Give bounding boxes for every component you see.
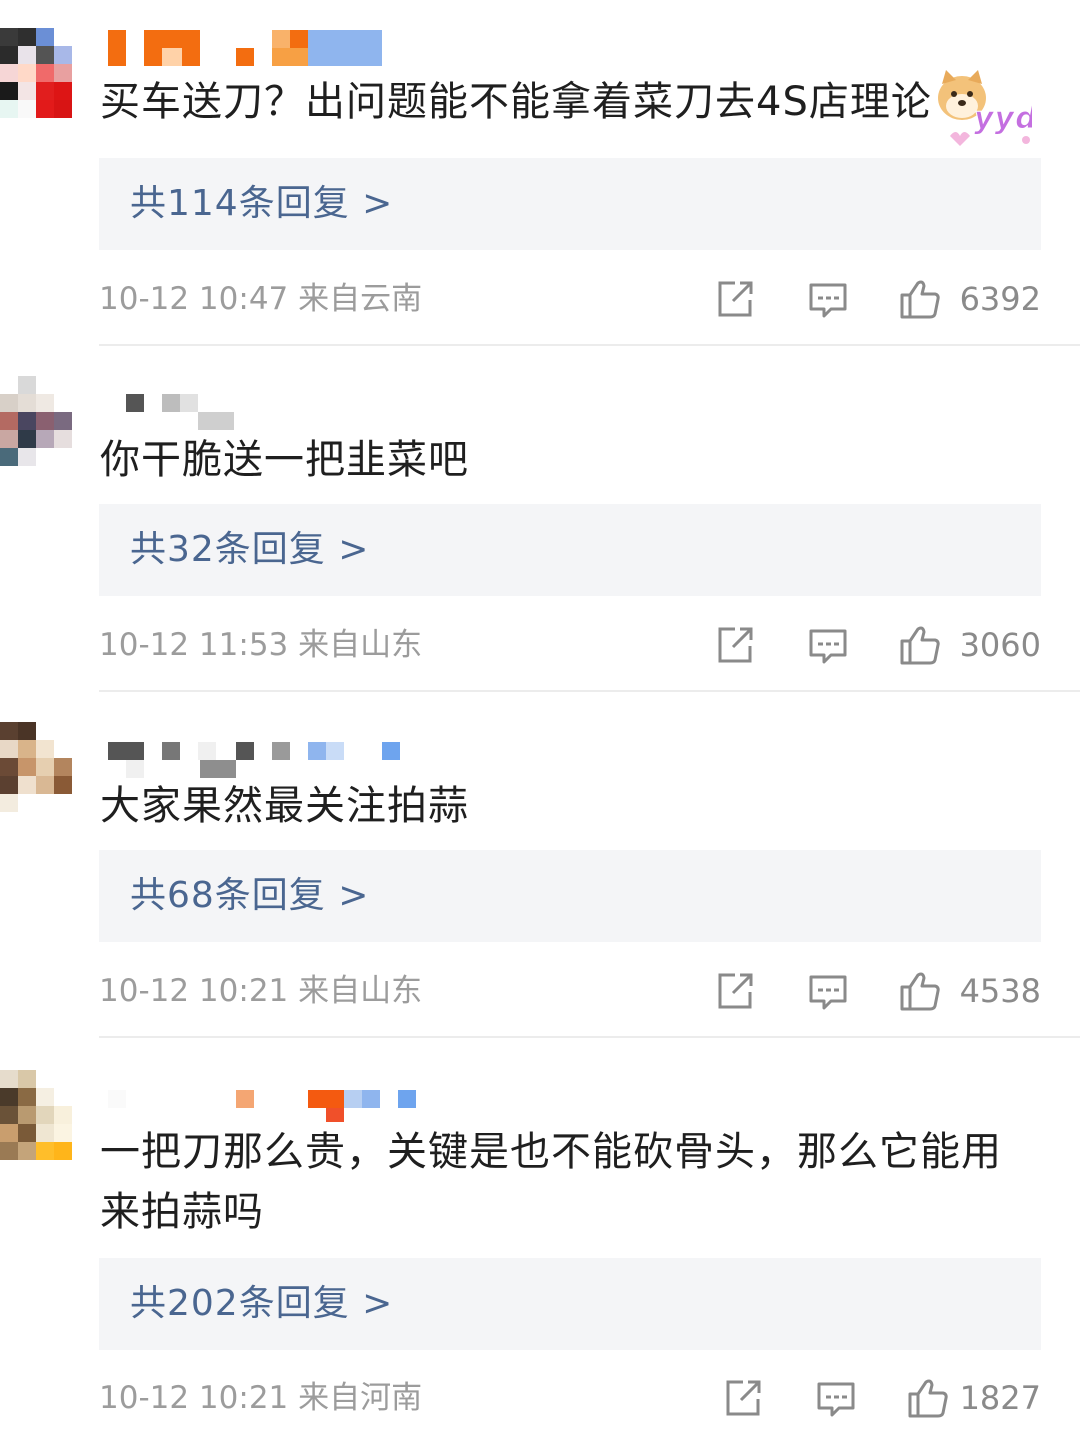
share-icon[interactable] (713, 623, 757, 667)
comment-icon[interactable] (814, 1376, 858, 1420)
timestamp-location: 10-12 10:21 来自山东 (99, 973, 423, 1009)
avatar[interactable] (0, 1070, 72, 1182)
view-replies-button[interactable]: 共32条回复 > (99, 504, 1041, 596)
comment-icon[interactable] (806, 969, 850, 1013)
like-count: 4538 (959, 972, 1041, 1010)
avatar[interactable] (0, 722, 72, 834)
view-replies-button[interactable]: 共202条回复 > (99, 1258, 1041, 1350)
like-count: 6392 (959, 280, 1041, 318)
replies-count-label: 共32条回复 > (130, 529, 370, 570)
view-replies-button[interactable]: 共114条回复 > (99, 158, 1041, 250)
share-icon[interactable] (713, 969, 757, 1013)
avatar[interactable] (0, 28, 72, 140)
comment-meta: 10-12 10:21 来自山东 4538 (99, 969, 1041, 1013)
comment-meta: 10-12 11:53 来自山东 3060 (99, 623, 1041, 667)
username-masked[interactable] (100, 394, 250, 434)
thumbs-up-icon[interactable] (898, 623, 942, 667)
replies-count-label: 共114条回复 > (130, 183, 394, 224)
comment-text: 一把刀那么贵，关键是也不能砍骨头，那么它能用来拍蒜吗 (100, 1129, 1002, 1235)
comment-text: 你干脆送一把韭菜吧 (100, 437, 469, 483)
like-count: 1827 (959, 1379, 1041, 1417)
avatar[interactable] (0, 376, 72, 488)
comment-item: 大家果然最关注拍蒜 共68条回复 > 10-12 10:21 来自山东 4538 (0, 692, 1080, 1038)
username-masked[interactable] (100, 30, 390, 70)
comment-item: 买车送刀？出问题能不能拿着菜刀去4S店理论 yyds 共114条回复 > 10-… (0, 0, 1080, 346)
comment-text: 买车送刀？出问题能不能拿着菜刀去4S店理论 yyds (100, 70, 1040, 146)
comment-meta: 10-12 10:47 来自云南 6392 (99, 277, 1041, 321)
doge-yyds-sticker: yyds (932, 70, 1032, 146)
thumbs-up-icon[interactable] (898, 969, 942, 1013)
replies-count-label: 共202条回复 > (130, 1283, 394, 1324)
comment-item: 你干脆送一把韭菜吧 共32条回复 > 10-12 11:53 来自山东 3060 (0, 346, 1080, 692)
comment-item: 一把刀那么贵，关键是也不能砍骨头，那么它能用来拍蒜吗 共202条回复 > 10-… (0, 1038, 1080, 1433)
replies-count-label: 共68条回复 > (130, 875, 370, 916)
comment-text: 大家果然最关注拍蒜 (100, 783, 469, 829)
comment-icon[interactable] (806, 277, 850, 321)
like-count: 3060 (959, 626, 1041, 664)
share-icon[interactable] (721, 1376, 765, 1420)
share-icon[interactable] (713, 277, 757, 321)
view-replies-button[interactable]: 共68条回复 > (99, 850, 1041, 942)
timestamp-location: 10-12 11:53 来自山东 (99, 627, 423, 663)
timestamp-location: 10-12 10:47 来自云南 (99, 281, 423, 317)
timestamp-location: 10-12 10:21 来自河南 (99, 1380, 423, 1416)
thumbs-up-icon[interactable] (906, 1376, 950, 1420)
thumbs-up-icon[interactable] (898, 277, 942, 321)
comment-icon[interactable] (806, 623, 850, 667)
svg-text:yyds: yyds (974, 101, 1032, 136)
comment-meta: 10-12 10:21 来自河南 1827 (99, 1376, 1041, 1420)
